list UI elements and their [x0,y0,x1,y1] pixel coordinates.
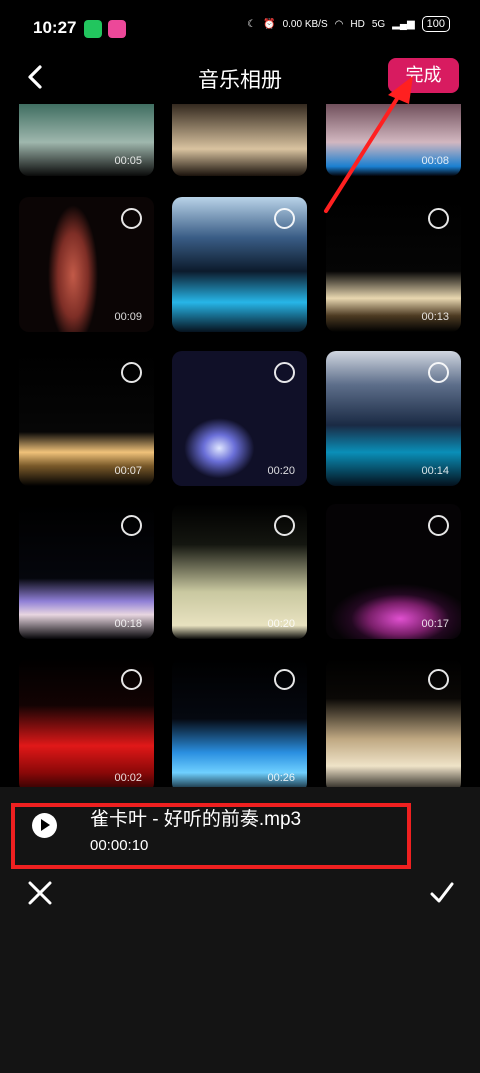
media-tile[interactable]: 00:17 [326,504,461,639]
select-circle[interactable] [428,515,449,536]
tile-duration: 00:09 [114,311,142,323]
wechat-notification-icon [84,20,102,38]
select-circle[interactable] [121,362,142,383]
media-tile[interactable]: 00:07 [19,351,154,486]
status-time: 10:27 [33,18,77,37]
status-right: ☾ ⏰ 0.00 KB/S ◠ HD 5G ▂▄▆ 100 [247,16,450,32]
tile-duration: 00:02 [114,772,142,784]
media-tile[interactable]: 00:09 [19,197,154,332]
tile-duration: 00:17 [421,618,449,630]
tile-duration: 00:07 [114,465,142,477]
annotation-highlight-box [11,803,411,869]
media-tile[interactable] [172,104,307,176]
wifi-icon: ◠ [334,18,344,30]
net-speed: 0.00 KB/S [283,19,328,30]
select-circle[interactable] [428,208,449,229]
done-button[interactable]: 完成 [388,58,459,93]
select-circle[interactable] [428,362,449,383]
close-icon[interactable] [27,880,53,906]
media-grid: 00:05 00:08 00:09 00:13 00:07 00:20 00:1… [0,104,480,787]
tile-duration: 00:26 [267,772,295,784]
media-tile[interactable] [172,197,307,332]
media-tile[interactable]: 00:02 [19,658,154,787]
select-circle[interactable] [274,669,295,690]
header: 音乐相册 完成 [0,56,480,104]
net-speed-unit: KB/S [304,18,328,30]
alarm-icon: ⏰ [263,18,276,30]
signal-label: 5G [371,18,386,30]
media-tile[interactable]: 00:18 [19,504,154,639]
select-circle[interactable] [428,669,449,690]
tile-duration: 00:05 [114,155,142,167]
media-tile[interactable] [326,658,461,787]
battery-icon: 100 [421,16,450,32]
select-circle[interactable] [121,208,142,229]
tile-duration: 00:13 [421,311,449,323]
media-tile[interactable]: 00:26 [172,658,307,787]
hd-icon: HD [350,18,365,30]
select-circle[interactable] [274,362,295,383]
media-tile[interactable]: 00:05 [19,104,154,176]
tile-duration: 00:14 [421,465,449,477]
select-circle[interactable] [274,515,295,536]
select-circle[interactable] [274,208,295,229]
select-circle[interactable] [121,669,142,690]
net-speed-value: 0.00 [282,18,303,30]
tile-duration: 00:20 [267,618,295,630]
moon-icon: ☾ [247,18,257,30]
media-tile[interactable]: 00:20 [172,351,307,486]
signal-icon: ▂▄▆ [392,18,415,30]
media-tile[interactable]: 00:20 [172,504,307,639]
select-circle[interactable] [121,515,142,536]
tile-duration: 00:08 [421,155,449,167]
tile-duration: 00:20 [267,465,295,477]
tile-duration: 00:18 [114,618,142,630]
music-bar: 雀卡叶 - 好听的前奏.mp3 00:00:10 [0,787,480,1073]
media-tile[interactable]: 00:13 [326,197,461,332]
status-bar: 10:27 ☾ ⏰ 0.00 KB/S ◠ HD 5G ▂▄▆ 100 [0,0,480,56]
app-notification-icon [108,20,126,38]
media-tile[interactable]: 00:08 [326,104,461,176]
media-tile[interactable]: 00:14 [326,351,461,486]
check-icon[interactable] [429,881,455,905]
